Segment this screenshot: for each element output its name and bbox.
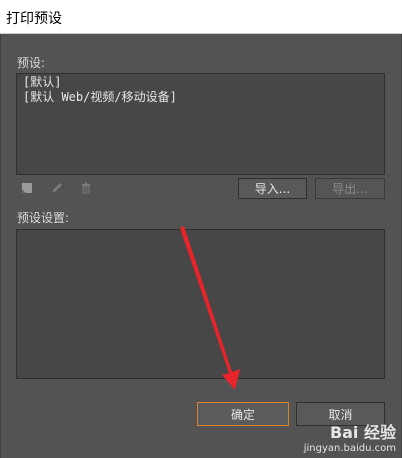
window-title: 打印预设 — [6, 11, 62, 27]
delete-trash-icon[interactable] — [76, 178, 96, 198]
title-bar: 打印预设 — [0, 0, 402, 34]
watermark-logo: Bai 经验 — [329, 423, 396, 442]
ok-button[interactable]: 确定 — [197, 402, 289, 426]
presets-list[interactable]: [默认] [默认 Web/视频/移动设备] — [16, 73, 385, 175]
watermark-url: jingyan.baidu.com — [303, 443, 396, 454]
import-button[interactable]: 导入... — [238, 178, 307, 199]
baidu-jingyan-watermark: Bai 经验 jingyan.baidu.com — [304, 419, 396, 454]
edit-pencil-icon[interactable] — [47, 178, 67, 198]
preset-settings-label: 预设设置: — [17, 211, 70, 225]
preset-settings-panel — [16, 229, 385, 379]
new-preset-icon[interactable] — [17, 178, 37, 198]
preset-item-default[interactable]: [默认] — [23, 75, 378, 90]
presets-label: 预设: — [17, 56, 46, 70]
export-button[interactable]: 导出... — [315, 178, 385, 199]
preset-item-web-video-mobile[interactable]: [默认 Web/视频/移动设备] — [23, 90, 378, 105]
